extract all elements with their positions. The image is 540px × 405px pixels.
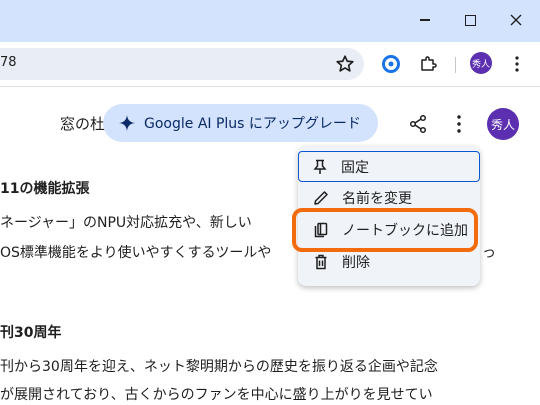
minimize-icon <box>420 19 430 21</box>
section-heading-1: 11の機能拡張 <box>0 181 90 197</box>
paragraph-line-3: 刊から30周年を迎え、ネット黎明期からの歴史を振り返る企画や記念 <box>0 359 438 375</box>
puzzle-icon <box>421 56 437 71</box>
section-heading-2: 刊30周年 <box>0 325 62 341</box>
pencil-icon <box>312 189 330 207</box>
browser-menu-button[interactable] <box>506 53 528 75</box>
ai-extension-button[interactable] <box>380 53 402 75</box>
menu-item-add-to-notebook-label: ノートブックに追加 <box>342 223 468 239</box>
toolbar-divider <box>455 57 456 73</box>
ai-assistant-icon <box>382 55 400 73</box>
trash-icon <box>312 253 330 271</box>
notebook-icon <box>312 221 330 239</box>
document-title: 窓の杜 <box>60 115 106 133</box>
profile-avatar[interactable]: 秀人 <box>470 52 492 74</box>
account-avatar[interactable]: 秀人 <box>487 108 519 140</box>
extensions-button[interactable] <box>417 53 439 75</box>
pin-icon <box>311 158 329 176</box>
menu-item-rename-label: 名前を変更 <box>342 191 412 207</box>
menu-item-delete-label: 削除 <box>342 255 370 271</box>
upgrade-button-label: Google AI Plus にアップグレード <box>144 116 361 132</box>
menu-item-pin-label: 固定 <box>341 159 369 176</box>
address-bar[interactable]: 78 <box>0 48 364 80</box>
upgrade-button[interactable]: Google AI Plus にアップグレード <box>103 104 378 142</box>
browser-toolbar: 78 <box>0 42 540 87</box>
close-button[interactable] <box>493 5 539 35</box>
bookmark-star-icon[interactable] <box>334 53 356 75</box>
menu-item-pin[interactable]: 固定 <box>298 151 480 182</box>
menu-item-delete[interactable]: 削除 <box>300 247 478 277</box>
context-menu: 固定 名前を変更 ノートブックに追加 削除 <box>298 146 480 286</box>
paragraph-line-1: ネージャー」のNPU対応拡充や、新しい <box>0 215 252 231</box>
maximize-button[interactable] <box>447 5 493 35</box>
sparkle-icon <box>119 115 135 131</box>
paragraph-line-2-tail: っ <box>482 245 496 261</box>
close-icon <box>510 14 522 26</box>
address-bar-url: 78 <box>0 55 17 70</box>
share-icon[interactable] <box>407 113 429 135</box>
maximize-icon <box>464 14 476 26</box>
menu-item-rename[interactable]: 名前を変更 <box>300 183 478 213</box>
paragraph-line-4: が展開されており、古くからのファンを中心に盛り上がりを見せてい <box>0 387 433 403</box>
more-vert-icon <box>515 56 519 72</box>
more-options-icon[interactable] <box>448 113 470 135</box>
window-titlebar <box>0 0 540 42</box>
menu-item-add-to-notebook[interactable]: ノートブックに追加 <box>300 215 478 245</box>
minimize-button[interactable] <box>402 5 448 35</box>
paragraph-line-2: OS標準機能をより使いやすくするツールや <box>0 245 272 261</box>
